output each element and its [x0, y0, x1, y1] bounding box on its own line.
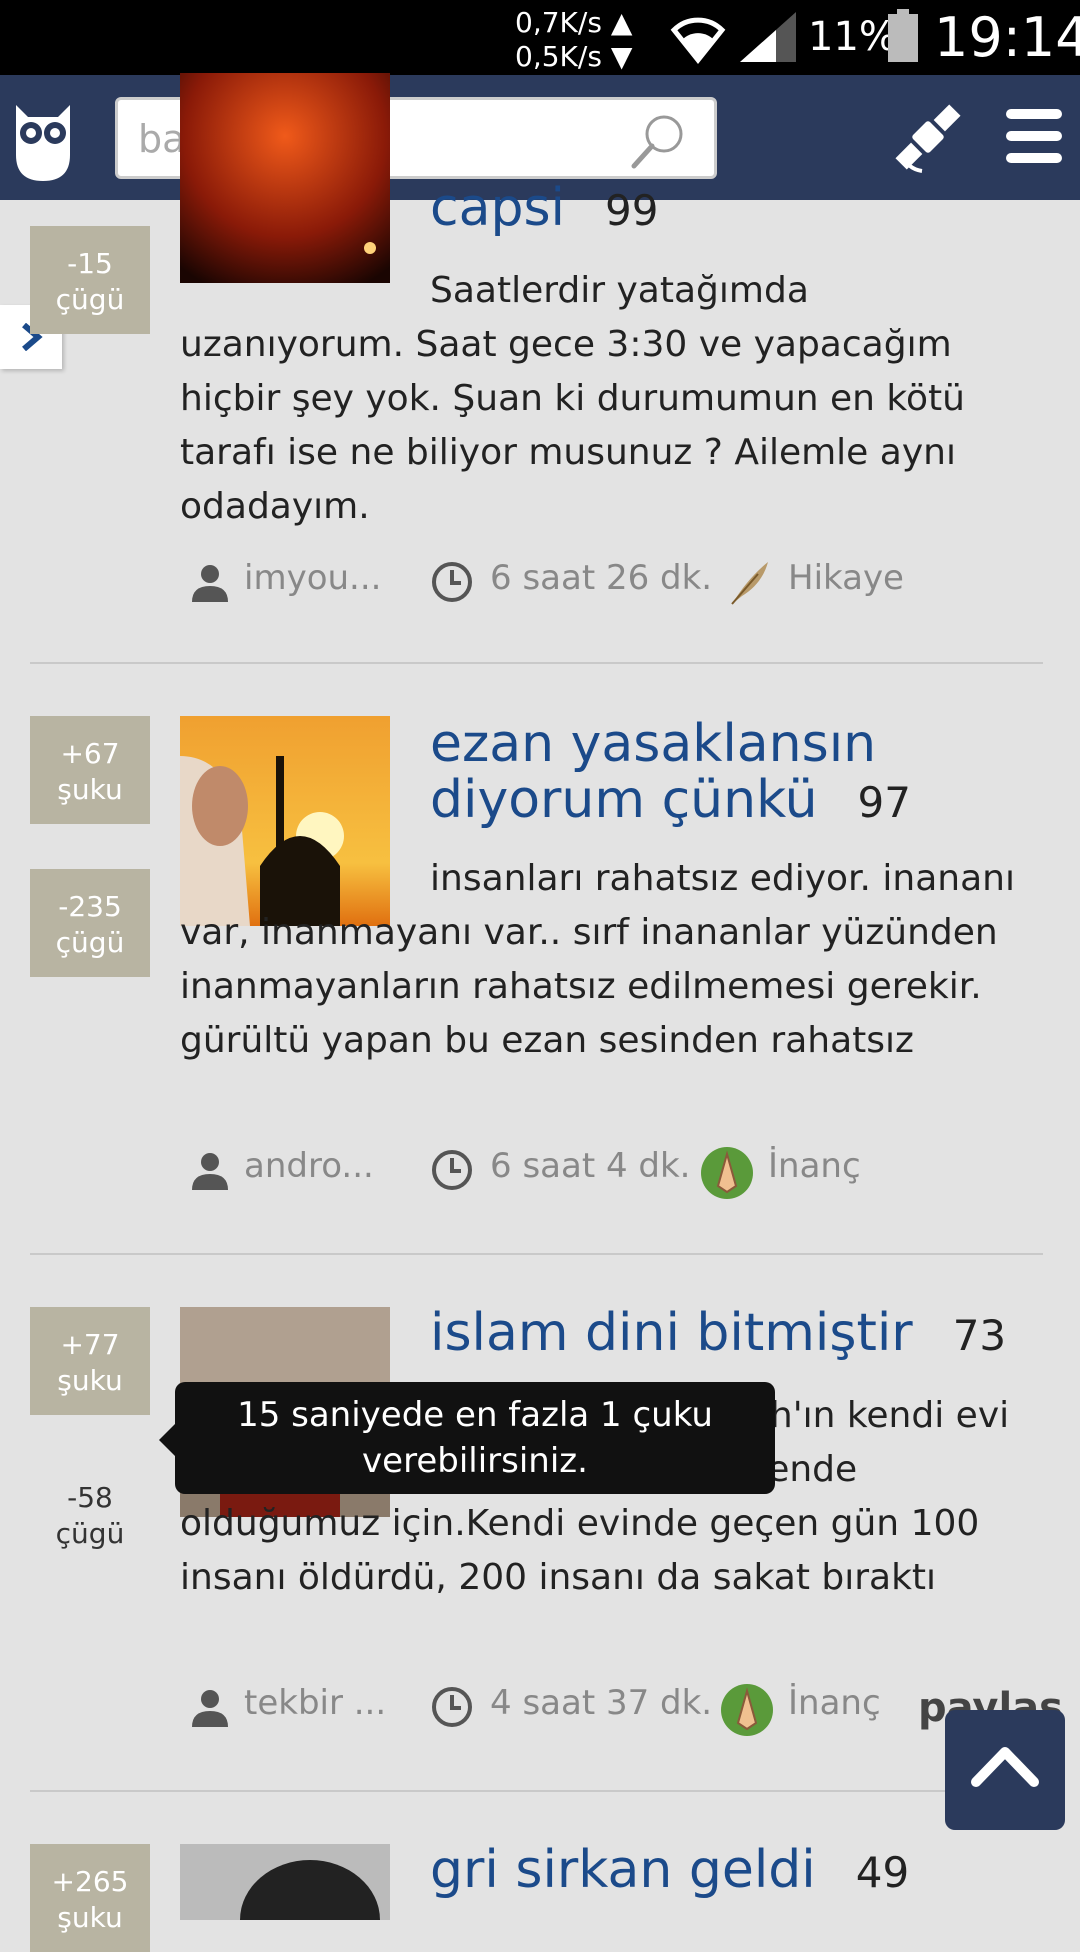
vote-label: çügü	[55, 926, 125, 959]
entry-title[interactable]: ezan yasaklansın diyorum çünkü	[430, 714, 876, 830]
vote-label: çügü	[55, 1517, 125, 1550]
signal-icon	[740, 12, 796, 62]
like-vote-button[interactable]: +67 şuku	[30, 716, 150, 824]
vote-label: çügü	[55, 283, 125, 316]
chevron-up-icon	[971, 1747, 1039, 1787]
category-link[interactable]: İnanç	[768, 1146, 861, 1186]
user-icon	[192, 565, 228, 602]
like-vote-button[interactable]: +265 şuku	[30, 1844, 150, 1952]
net-up-text: 0,7K/s ▲	[515, 6, 633, 39]
clock-icon	[432, 1687, 472, 1727]
praying-hands-icon	[721, 1684, 773, 1736]
vote-value: +77	[60, 1328, 120, 1361]
entry-time: 4 saat 37 dk.	[490, 1683, 713, 1723]
entry-body: Saatlerdir yatağımda uzanıyorum. Saat ge…	[180, 270, 965, 527]
user-icon	[192, 1690, 228, 1727]
vote-label: şuku	[57, 1901, 123, 1934]
vote-value: +67	[60, 737, 120, 770]
entry-title-link[interactable]: capsi 99	[430, 180, 658, 239]
entry-thumbnail[interactable]	[180, 1844, 390, 1920]
entry-time: 6 saat 4 dk.	[490, 1146, 691, 1186]
entry-divider	[30, 1253, 1043, 1255]
entry-title[interactable]: islam dini bitmiştir	[430, 1303, 913, 1363]
entry-title-link[interactable]: gri sirkan geldi 49	[430, 1842, 909, 1901]
entry-body: insanları rahatsız ediyor. inananı var, …	[180, 858, 1015, 1061]
battery-icon	[888, 9, 918, 62]
hamburger-menu-icon[interactable]	[1006, 109, 1062, 165]
clock: 19:14	[934, 6, 1080, 69]
entry-title[interactable]: gri sirkan geldi	[430, 1840, 816, 1900]
entry-title[interactable]: capsi	[430, 178, 565, 238]
entry-count: 99	[605, 186, 659, 235]
rate-limit-tooltip: 15 saniyede en fazla 1 çuku verebilirsin…	[159, 1382, 775, 1494]
entry-thumbnail[interactable]	[180, 73, 390, 283]
status-bar: 0,7K/s ▲ 0,5K/s ▼ 11% 19:14	[0, 0, 1080, 75]
tooltip-line: 15 saniyede en fazla 1 çuku	[237, 1395, 713, 1435]
clock-icon	[432, 562, 472, 602]
vote-value: -15	[67, 247, 113, 280]
network-speed: 0,7K/s ▲ 0,5K/s ▼	[515, 6, 632, 74]
entry-count: 97	[857, 778, 911, 827]
wifi-icon	[670, 17, 726, 65]
vote-label: şuku	[57, 1364, 123, 1397]
satellite-icon[interactable]	[888, 97, 968, 177]
net-down-text: 0,5K/s ▼	[515, 40, 633, 73]
entry-divider	[30, 662, 1043, 664]
vote-label: şuku	[57, 773, 123, 806]
vote-value: -235	[58, 890, 122, 923]
entry-count: 49	[855, 1848, 910, 1897]
vote-value: +265	[51, 1865, 129, 1898]
scroll-to-top-button[interactable]	[945, 1710, 1065, 1830]
clock-icon	[432, 1150, 472, 1190]
category-link[interactable]: İnanç	[788, 1683, 881, 1723]
battery-percent: 11%	[808, 14, 897, 60]
category-link[interactable]: Hikaye	[788, 558, 904, 598]
dislike-vote-button[interactable]: -58 çügü	[30, 1460, 150, 1568]
vote-value: -58	[67, 1481, 113, 1514]
dislike-vote-button[interactable]: -15 çügü	[30, 226, 150, 334]
entry-divider	[30, 1790, 1043, 1792]
author-link[interactable]: tekbir ...	[244, 1683, 386, 1723]
user-icon	[192, 1153, 228, 1190]
entry-time: 6 saat 26 dk.	[490, 558, 713, 598]
author-link[interactable]: imyou...	[244, 558, 381, 598]
search-icon[interactable]	[628, 112, 688, 172]
entry-title-link[interactable]: islam dini bitmiştir 73	[430, 1305, 1006, 1364]
tooltip-line: verebilirsiniz.	[362, 1441, 588, 1481]
entry-title-link[interactable]: ezan yasaklansın diyorum çünkü 97	[430, 716, 1050, 831]
like-vote-button[interactable]: +77 şuku	[30, 1307, 150, 1415]
entry-count: 73	[952, 1311, 1007, 1360]
feather-icon	[731, 562, 768, 605]
praying-hands-icon	[701, 1147, 753, 1199]
author-link[interactable]: andro...	[244, 1146, 374, 1186]
dislike-vote-button[interactable]: -235 çügü	[30, 869, 150, 977]
owl-logo-icon[interactable]	[8, 95, 78, 181]
